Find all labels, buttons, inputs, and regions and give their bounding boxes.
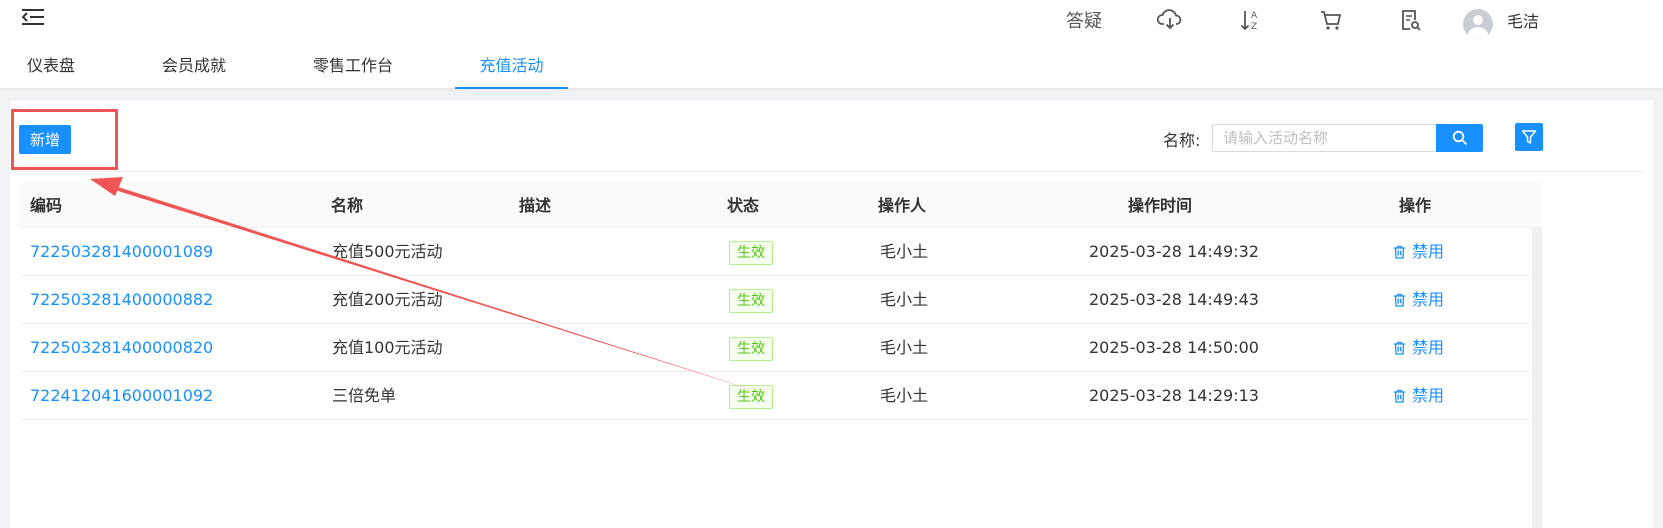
- operator: 毛小土: [880, 386, 929, 405]
- operation-time: 2025-03-28 14:49:32: [1089, 242, 1259, 261]
- search-button[interactable]: [1436, 124, 1483, 152]
- filter-icon: [1521, 130, 1537, 144]
- help-button[interactable]: 答疑: [1060, 0, 1108, 40]
- tab-member-achievement[interactable]: 会员成就: [143, 44, 245, 88]
- status-badge: 生效: [729, 384, 773, 409]
- table-row: 722412041600001092 三倍免单 生效 毛小土 2025-03-2…: [20, 372, 1542, 420]
- operation-time: 2025-03-28 14:49:43: [1089, 290, 1259, 309]
- avatar[interactable]: [1462, 4, 1494, 44]
- disable-action-label: 禁用: [1412, 386, 1445, 405]
- filter-button[interactable]: [1515, 123, 1543, 151]
- activity-name: 充值200元活动: [332, 290, 443, 309]
- operator: 毛小土: [880, 242, 929, 261]
- operation-time: 2025-03-28 14:29:13: [1089, 386, 1259, 405]
- trash-icon: [1394, 293, 1405, 307]
- operator: 毛小土: [880, 338, 929, 357]
- tab-bar: 仪表盘 会员成就 零售工作台 充值活动: [0, 44, 1663, 89]
- disable-action-label: 禁用: [1412, 242, 1445, 261]
- status-cell: 生效: [729, 324, 773, 372]
- main-card: 新增 名称: 编码 名称 描述 状态 操作人 操作时间 操作 722503281…: [10, 101, 1653, 528]
- svg-text:A: A: [1251, 11, 1258, 21]
- activity-name: 充值100元活动: [332, 338, 443, 357]
- table-header: 编码 名称 描述 状态 操作人 操作时间 操作: [20, 183, 1542, 228]
- user-avatar-icon: [1463, 9, 1493, 39]
- activity-code-link[interactable]: 722503281400000882: [30, 276, 213, 324]
- status-badge: 生效: [729, 288, 773, 313]
- sort-az-icon[interactable]: A Z: [1236, 0, 1266, 40]
- status-cell: 生效: [729, 372, 773, 420]
- disable-action-label: 禁用: [1412, 290, 1445, 309]
- column-header-code: 编码: [30, 196, 63, 215]
- svg-text:Z: Z: [1251, 22, 1257, 32]
- disable-action[interactable]: 禁用: [1393, 324, 1444, 372]
- annotation-highlight-box: [11, 109, 118, 170]
- tab-recharge-activity[interactable]: 充值活动: [455, 44, 568, 89]
- table-scrollbar[interactable]: [1532, 227, 1542, 528]
- disable-action[interactable]: 禁用: [1393, 276, 1444, 324]
- column-header-description: 描述: [519, 196, 552, 215]
- cart-icon[interactable]: [1316, 0, 1346, 40]
- cloud-download-icon[interactable]: [1155, 0, 1185, 40]
- column-header-actions: 操作: [1399, 196, 1432, 215]
- user-menu[interactable]: 毛洁: [1503, 0, 1543, 40]
- status-cell: 生效: [729, 276, 773, 324]
- document-search-icon[interactable]: [1396, 0, 1426, 40]
- table-row: 722503281400000820 充值100元活动 生效 毛小土 2025-…: [20, 324, 1542, 372]
- column-header-operator: 操作人: [878, 196, 927, 215]
- status-badge: 生效: [729, 336, 773, 361]
- activity-code-link[interactable]: 722503281400000820: [30, 324, 213, 372]
- status-badge: 生效: [729, 240, 773, 265]
- search-icon: [1452, 130, 1467, 146]
- top-header: 答疑 A Z 毛洁: [0, 0, 1663, 44]
- menu-collapse-icon[interactable]: [21, 6, 46, 28]
- username: 毛洁: [1506, 12, 1539, 31]
- tab-retail-workbench[interactable]: 零售工作台: [288, 44, 418, 88]
- disable-action[interactable]: 禁用: [1393, 372, 1444, 420]
- divider: [20, 171, 1643, 172]
- table-row: 722503281400001089 充值500元活动 生效 毛小土 2025-…: [20, 228, 1542, 276]
- activity-name: 三倍免单: [332, 386, 397, 405]
- column-header-operation-time: 操作时间: [1128, 196, 1193, 215]
- activity-name: 充值500元活动: [332, 242, 443, 261]
- trash-icon: [1394, 245, 1405, 259]
- activity-code-link[interactable]: 722503281400001089: [30, 228, 213, 276]
- activity-table: 编码 名称 描述 状态 操作人 操作时间 操作 7225032814000010…: [20, 183, 1542, 420]
- column-header-name: 名称: [331, 196, 364, 215]
- tab-dashboard[interactable]: 仪表盘: [0, 44, 102, 88]
- status-cell: 生效: [729, 228, 773, 276]
- help-label: 答疑: [1066, 11, 1102, 32]
- activity-code-link[interactable]: 722412041600001092: [30, 372, 213, 420]
- operation-time: 2025-03-28 14:50:00: [1089, 338, 1259, 357]
- disable-action-label: 禁用: [1412, 338, 1445, 357]
- activity-name-search-input[interactable]: [1212, 124, 1437, 152]
- trash-icon: [1394, 389, 1405, 403]
- table-row: 722503281400000882 充值200元活动 生效 毛小土 2025-…: [20, 276, 1542, 324]
- trash-icon: [1394, 341, 1405, 355]
- column-header-status: 状态: [727, 196, 760, 215]
- disable-action[interactable]: 禁用: [1393, 228, 1444, 276]
- search-label: 名称:: [1163, 131, 1201, 150]
- operator: 毛小土: [880, 290, 929, 309]
